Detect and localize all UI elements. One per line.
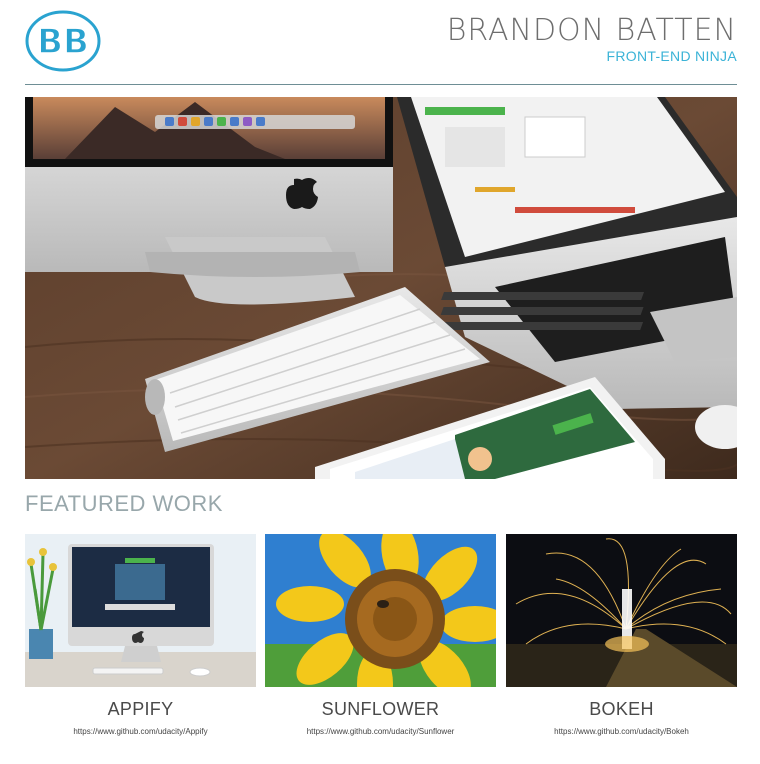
project-link[interactable]: https://www.github.com/udacity/Sunflower [265,727,496,736]
imac-desk-illustration [25,534,256,687]
site-tagline: FRONT-END NINJA [606,48,737,64]
logo[interactable]: BB [25,10,101,72]
project-card-sunflower[interactable]: SUNFLOWER https://www.github.com/udacity… [265,534,496,736]
project-image-sunflower[interactable] [265,534,496,687]
project-card-bokeh[interactable]: BOKEH https://www.github.com/udacity/Bok… [506,534,737,736]
project-link[interactable]: https://www.github.com/udacity/Bokeh [506,727,737,736]
project-title: SUNFLOWER [321,699,440,719]
site-header: BB BRANDON BATTEN FRONT-END NINJA [25,10,737,85]
desk-workspace-illustration [25,97,737,479]
logo-text: BB [37,22,89,62]
project-link[interactable]: https://www.github.com/udacity/Appify [25,727,256,736]
sparks-illustration [506,534,737,687]
project-title: APPIFY [107,699,174,719]
project-card-appify[interactable]: APPIFY https://www.github.com/udacity/Ap… [25,534,256,736]
project-image-bokeh[interactable] [506,534,737,687]
bb-logo-icon: BB [25,10,101,72]
project-image-appify[interactable] [25,534,256,687]
site-name: BRANDON BATTEN [446,13,737,48]
featured-work-heading: FEATURED WORK [25,491,223,516]
sunflower-illustration [265,534,496,687]
hero-image [25,97,737,479]
project-title: BOKEH [589,699,654,719]
